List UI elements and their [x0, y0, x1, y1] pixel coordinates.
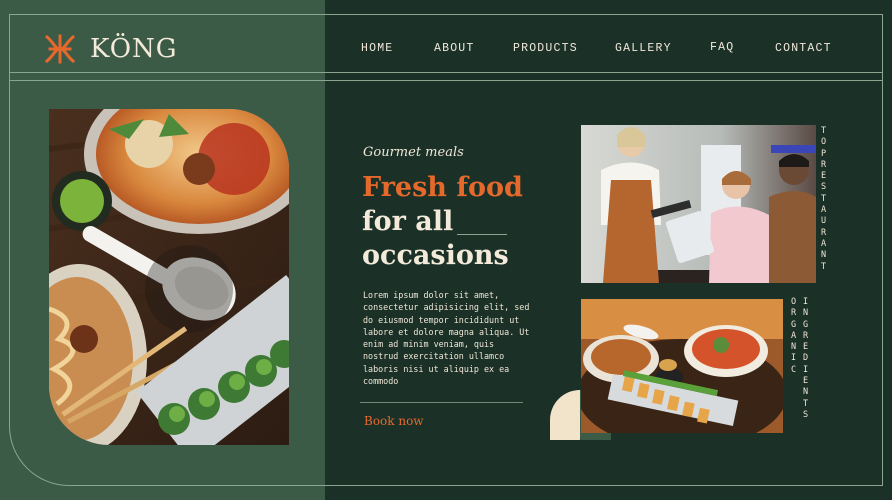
headline-accent: Fresh food — [362, 172, 523, 203]
ingredients-label: INGREDIENTS — [802, 297, 810, 420]
zhe-glyph-icon — [44, 34, 76, 64]
hero-body: Lorem ipsum dolor sit amet, consectetur … — [363, 290, 530, 387]
organic-dishes-photo — [581, 299, 783, 433]
organic-label: ORGANIC — [790, 297, 798, 375]
hero-eyebrow: Gourmet meals — [363, 145, 464, 160]
frame-right-line — [882, 14, 883, 486]
leaf-shape-cream — [550, 390, 580, 440]
headline-rule — [457, 234, 507, 235]
frame-header-line-1 — [9, 72, 883, 73]
restaurant-staff-photo — [581, 125, 816, 283]
frame-header-line-2 — [9, 80, 883, 81]
hero-food-photo — [49, 109, 289, 445]
nav-gallery[interactable]: GALLERY — [615, 42, 672, 55]
cta-divider — [360, 402, 523, 403]
nav-about[interactable]: ABOUT — [434, 42, 475, 55]
nav-faq[interactable]: FAQ — [710, 41, 734, 54]
nav-contact[interactable]: CONTACT — [775, 42, 832, 55]
hero-headline: Fresh food for all occasions — [362, 171, 523, 273]
frame-bottom-line — [70, 485, 883, 486]
frame-top-line — [9, 14, 883, 15]
brand-name: KÖNG — [90, 34, 178, 64]
nav-products[interactable]: PRODUCTS — [513, 42, 578, 55]
headline-line-3: occasions — [362, 240, 509, 271]
nav-home[interactable]: HOME — [361, 42, 393, 55]
brand-logo[interactable]: KÖNG — [44, 33, 178, 65]
frame-left-line — [9, 14, 10, 420]
book-now-link[interactable]: Book now — [364, 414, 424, 428]
top-restaurant-label: TOP RESTAURANT — [820, 126, 834, 272]
